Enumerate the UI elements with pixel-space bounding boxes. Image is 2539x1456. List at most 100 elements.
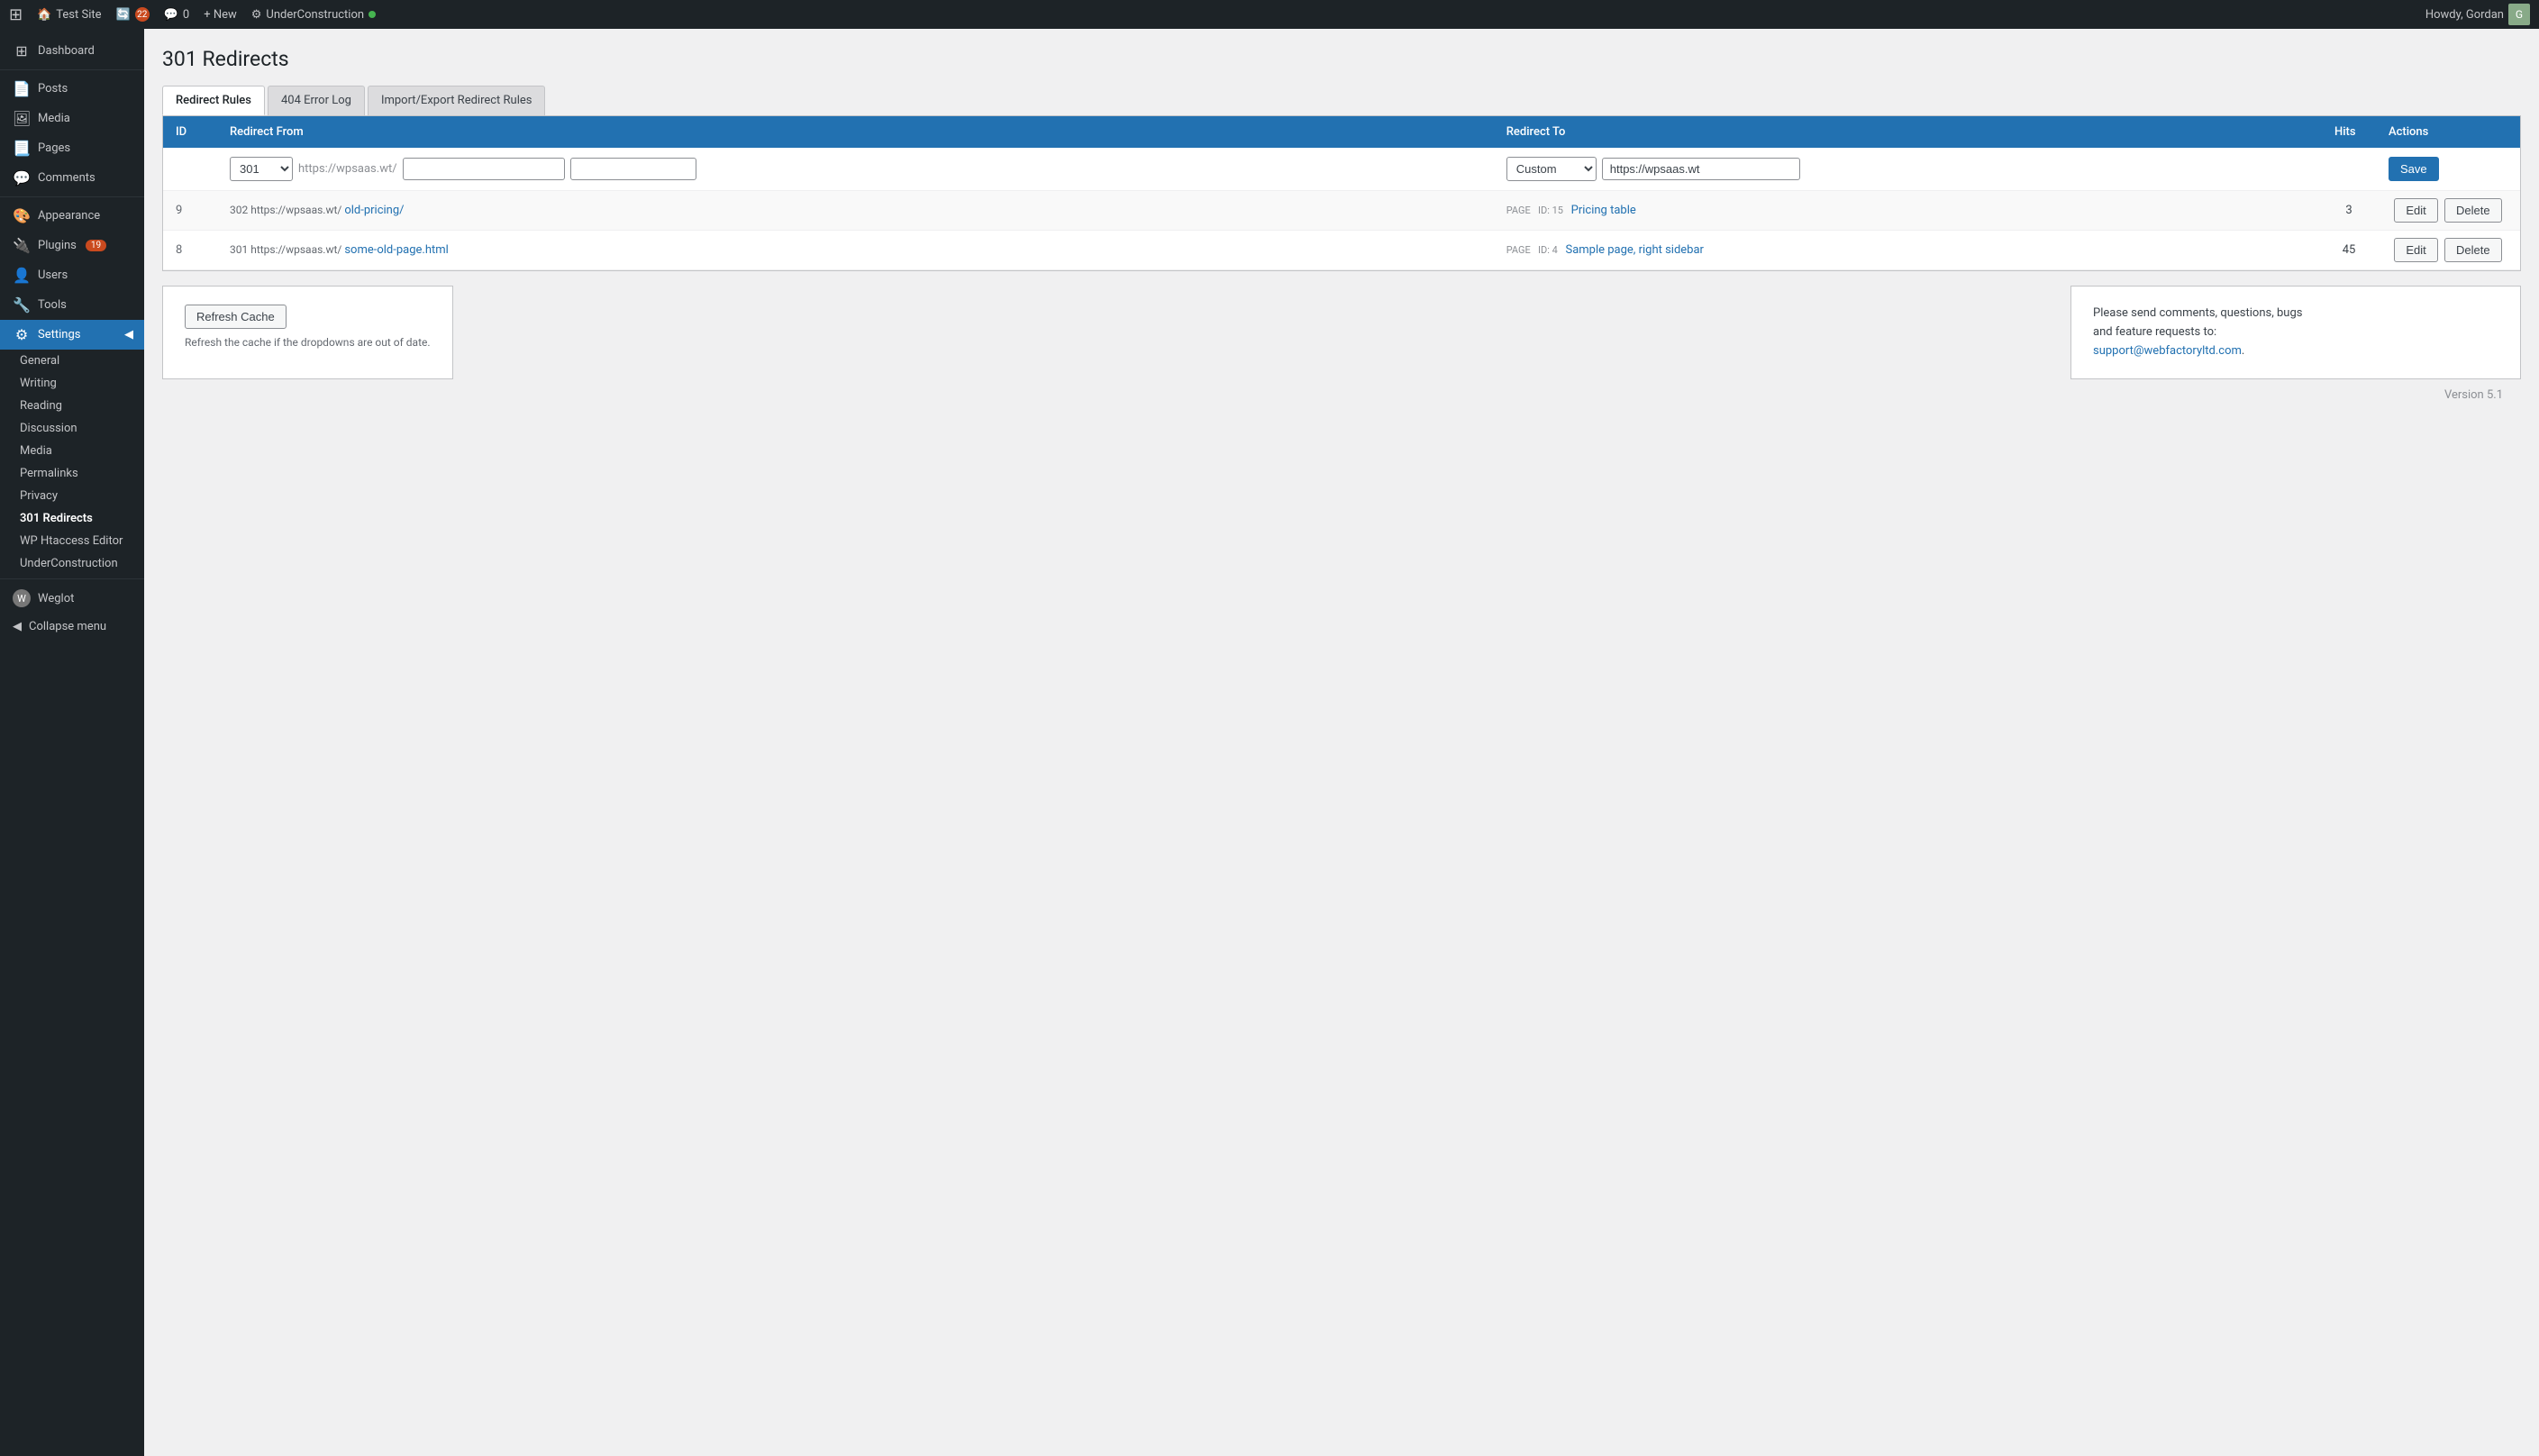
sidebar-sub-privacy[interactable]: Privacy <box>0 485 144 507</box>
row-to: PAGE ID: 15 Pricing table <box>1494 191 2322 231</box>
appearance-icon: 🎨 <box>13 207 31 224</box>
info-box: Please send comments, questions, bugs an… <box>2070 286 2521 379</box>
sidebar-item-label: Comments <box>38 171 96 185</box>
save-button[interactable]: Save <box>2389 157 2439 181</box>
sidebar-item-pages[interactable]: 📃 Pages <box>0 133 144 163</box>
sidebar-sub-underconstruction[interactable]: UnderConstruction <box>0 552 144 575</box>
sidebar-item-settings[interactable]: ⚙ Settings ◀ <box>0 320 144 350</box>
sidebar-sub-reading[interactable]: Reading <box>0 395 144 417</box>
sidebar-sub-wp-htaccess[interactable]: WP Htaccess Editor <box>0 530 144 552</box>
sidebar-item-label: Appearance <box>38 209 100 223</box>
sidebar-sub-permalinks[interactable]: Permalinks <box>0 462 144 485</box>
col-header-actions: Actions <box>2376 116 2520 148</box>
delete-button-9[interactable]: Delete <box>2444 198 2502 223</box>
edit-button-8[interactable]: Edit <box>2394 238 2437 262</box>
sidebar-sub-writing[interactable]: Writing <box>0 372 144 395</box>
collapse-icon: ◀ <box>13 620 22 633</box>
row-from: 301 https://wpsaas.wt/ some-old-page.htm… <box>217 231 1494 270</box>
sidebar-item-appearance[interactable]: 🎨 Appearance <box>0 201 144 231</box>
input-row: 301 302 https://wpsaas.wt/ <box>163 148 2520 191</box>
home-icon: 🏠 <box>37 8 51 22</box>
sidebar-sub-media[interactable]: Media <box>0 440 144 462</box>
wp-logo-icon: ⊞ <box>9 5 23 24</box>
howdy-item[interactable]: Howdy, Gordan G <box>2425 4 2530 25</box>
from-path-link[interactable]: some-old-page.html <box>344 243 448 257</box>
sidebar-item-tools[interactable]: 🔧 Tools <box>0 290 144 320</box>
tab-import-export[interactable]: Import/Export Redirect Rules <box>368 86 546 115</box>
code-select[interactable]: 301 302 <box>230 157 293 181</box>
tools-icon: 🔧 <box>13 296 31 314</box>
row-to: PAGE ID: 4 Sample page, right sidebar <box>1494 231 2322 270</box>
new-label: + New <box>204 8 237 22</box>
admin-bar: ⊞ 🏠 Test Site 🔄 22 💬 0 + New ⚙ UnderCons… <box>0 0 2539 29</box>
sidebar-item-dashboard[interactable]: ⊞ Dashboard <box>0 36 144 66</box>
row-hits: 45 <box>2322 231 2376 270</box>
dashboard-icon: ⊞ <box>13 42 31 59</box>
input-to-cell: Custom Page Post <box>1494 148 2322 191</box>
sidebar-item-users[interactable]: 👤 Users <box>0 260 144 290</box>
updates-count: 22 <box>135 7 150 22</box>
tab-404-error-log[interactable]: 404 Error Log <box>268 86 365 115</box>
tab-content: ID Redirect From Redirect To Hits Action… <box>162 115 2521 271</box>
sidebar-item-weglot[interactable]: W Weglot <box>0 583 144 614</box>
chevron-icon: ◀ <box>124 328 133 341</box>
page-title: 301 Redirects <box>162 47 2521 71</box>
from-path-link[interactable]: old-pricing/ <box>344 204 404 217</box>
to-label-link[interactable]: Pricing table <box>1571 204 1636 217</box>
sidebar-sub-general[interactable]: General <box>0 350 144 372</box>
input-id-cell <box>163 148 217 191</box>
support-email-link[interactable]: support@webfactoryltd.com <box>2093 344 2242 358</box>
wp-logo-item[interactable]: ⊞ <box>9 5 23 24</box>
updates-item[interactable]: 🔄 22 <box>116 7 150 22</box>
sidebar-item-media[interactable]: 🖼 Media <box>0 104 144 133</box>
col-header-redirect-from: Redirect From <box>217 116 1494 148</box>
tab-redirect-rules[interactable]: Redirect Rules <box>162 86 265 115</box>
howdy-text: Howdy, Gordan <box>2425 8 2504 22</box>
row-actions: Edit Delete <box>2376 231 2520 270</box>
new-item[interactable]: + New <box>204 8 237 22</box>
sidebar-item-label: Tools <box>38 298 67 312</box>
weglot-label: Weglot <box>38 592 74 605</box>
site-name-item[interactable]: 🏠 Test Site <box>37 8 101 22</box>
tabs: Redirect Rules 404 Error Log Import/Expo… <box>162 86 2521 115</box>
sidebar-item-label: Media <box>38 112 70 125</box>
from-path-input[interactable] <box>403 158 565 180</box>
posts-icon: 📄 <box>13 80 31 97</box>
to-type-select[interactable]: Custom Page Post <box>1506 157 1597 181</box>
comments-icon: 💬 <box>13 169 31 187</box>
pages-icon: 📃 <box>13 140 31 157</box>
plugin-item[interactable]: ⚙ UnderConstruction <box>251 8 376 22</box>
sidebar-item-comments[interactable]: 💬 Comments <box>0 163 144 193</box>
redirect-table: ID Redirect From Redirect To Hits Action… <box>163 116 2520 270</box>
sidebar-separator-1 <box>0 69 144 70</box>
collapse-menu-button[interactable]: ◀ Collapse menu <box>0 614 144 640</box>
extra-input[interactable] <box>570 158 696 180</box>
to-label-link[interactable]: Sample page, right sidebar <box>1565 243 1704 257</box>
sidebar-item-plugins[interactable]: 🔌 Plugins 19 <box>0 231 144 260</box>
sidebar-sub-discussion[interactable]: Discussion <box>0 417 144 440</box>
col-header-redirect-to: Redirect To <box>1494 116 2322 148</box>
edit-button-9[interactable]: Edit <box>2394 198 2437 223</box>
settings-icon: ⚙ <box>13 326 31 343</box>
plugins-icon: 🔌 <box>13 237 31 254</box>
sidebar-item-posts[interactable]: 📄 Posts <box>0 74 144 104</box>
delete-button-8[interactable]: Delete <box>2444 238 2502 262</box>
input-from-cell: 301 302 https://wpsaas.wt/ <box>217 148 1494 191</box>
comments-count: 0 <box>183 8 189 22</box>
sidebar-sub-301-redirects[interactable]: 301 Redirects <box>0 507 144 530</box>
users-icon: 👤 <box>13 267 31 284</box>
to-value-input[interactable] <box>1602 158 1800 180</box>
table-row: 9 302 https://wpsaas.wt/ old-pricing/ PA… <box>163 191 2520 231</box>
sidebar-item-label: Posts <box>38 82 68 96</box>
from-domain-label: https://wpsaas.wt/ <box>298 162 397 176</box>
row-hits: 3 <box>2322 191 2376 231</box>
comments-icon: 💬 <box>164 8 178 22</box>
comments-item[interactable]: 💬 0 <box>164 8 190 22</box>
info-line1: Please send comments, questions, bugs <box>2093 306 2302 320</box>
refresh-cache-button[interactable]: Refresh Cache <box>185 305 287 329</box>
bottom-section: Refresh Cache Refresh the cache if the d… <box>162 286 2521 379</box>
sidebar-separator-2 <box>0 196 144 197</box>
input-hits-cell <box>2322 148 2376 191</box>
info-line2: and feature requests to: <box>2093 325 2216 339</box>
row-id: 9 <box>163 191 217 231</box>
